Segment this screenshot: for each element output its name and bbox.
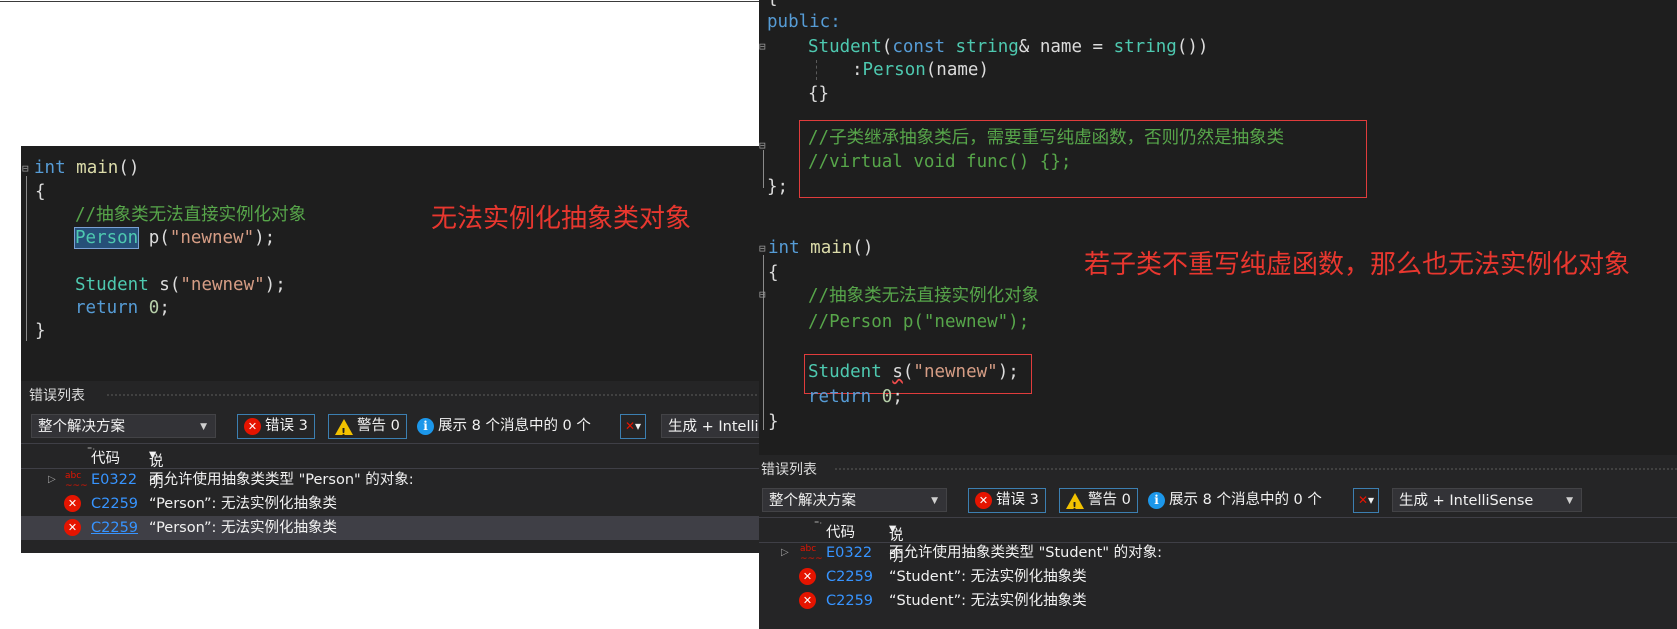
warnings-filter-button[interactable]: ! 警告 0 [1059, 488, 1138, 513]
top-divider-line [0, 1, 760, 2]
error-row-selected[interactable]: ✕ C2259 “Person”: 无法实例化抽象类 [21, 516, 760, 540]
filter-toggle-button[interactable]: ✕▾ [1353, 488, 1379, 513]
error-list-panel: 错误列表 整个解决方案 ▼ ✕ 错误 3 ! 警告 0 i 展示 8 个消息中的 0 个… [21, 381, 760, 553]
highlight-box [799, 120, 1367, 198]
error-code[interactable]: E0322 [826, 541, 872, 565]
error-code-link[interactable]: C2259 [91, 516, 138, 540]
constructor-body: {} [808, 84, 830, 104]
error-code[interactable]: C2259 [91, 492, 138, 516]
open-brace: { [768, 263, 779, 283]
error-list-toolbar: 整个解决方案 ▼ ✕ 错误 3 ! 警告 0 i 展示 8 个消息中的 0 个 ✕▾ 生… [21, 411, 760, 441]
warning-triangle-icon: ! [1066, 492, 1084, 513]
student-line: Student s("newnew"); [75, 275, 286, 295]
error-list-panel: 错误列表 整个解决方案 ▼ ✕ 错误 3 ! 警告 0 i 展示 8 个消息中的 0 个… [759, 455, 1677, 629]
error-row[interactable]: ▷ abc ~~~ E0322 不允许使用抽象类类型 "Student" 的对象: [759, 541, 1677, 565]
constructor-line: Student(const string& name = string()) [808, 37, 1209, 57]
column-description[interactable]: 说明 ▾ [149, 447, 164, 491]
error-row[interactable]: ✕ C2259 “Student”: 无法实例化抽象类 [759, 565, 1677, 589]
error-circle-icon: ✕ [64, 495, 81, 512]
error-circle-icon: ✕ [799, 592, 816, 609]
close-brace: } [768, 412, 779, 432]
error-row[interactable]: ▷ abc ~~~ E0322 不允许使用抽象类类型 "Person" 的对象: [21, 468, 760, 492]
error-description: “Person”: 无法实例化抽象类 [149, 496, 338, 512]
code-comment: //Person p("newnew"); [808, 312, 1030, 332]
errors-filter-button[interactable]: ✕ 错误 3 [968, 488, 1046, 513]
public-keyword: public: [767, 12, 841, 32]
filter-toggle-button[interactable]: ✕▾ [620, 414, 646, 439]
error-description: “Student”: 无法实例化抽象类 [889, 593, 1087, 609]
error-circle-icon: ✕ [244, 418, 261, 435]
abc-spell-icon: abc ~~~ [65, 471, 88, 491]
error-description: “Student”: 无法实例化抽象类 [889, 569, 1087, 585]
column-code[interactable]: 代码 [91, 447, 120, 468]
error-code[interactable]: E0322 [91, 468, 137, 492]
close-brace: } [35, 321, 46, 341]
error-circle-icon: ✕ [799, 568, 816, 585]
annotation-text: 无法实例化抽象类对象 [431, 204, 692, 234]
chevron-down-icon: ▼ [200, 422, 207, 432]
sort-icon[interactable]: ⁼ᐧ [814, 519, 822, 530]
person-line: Person p("newnew"); [73, 227, 276, 249]
collapse-icon[interactable]: ⊟ [759, 40, 766, 53]
abc-spell-icon: abc ~~~ [800, 544, 823, 564]
build-dropdown[interactable]: 生成 + IntelliSense [661, 414, 760, 438]
error-row[interactable]: ✕ C2259 “Person”: 无法实例化抽象类 [21, 492, 760, 516]
scope-dropdown[interactable]: 整个解决方案 ▼ [31, 414, 216, 438]
annotation-text: 若子类不重写纯虚函数，那么也无法实例化对象 [1084, 250, 1631, 280]
build-dropdown[interactable]: 生成 + IntelliSense ▼ [1392, 488, 1582, 512]
collapse-icon[interactable]: ⊟ [759, 242, 766, 255]
error-code[interactable]: C2259 [826, 589, 873, 613]
warning-triangle-icon: ! [335, 418, 353, 439]
filter-icon: ✕ [624, 419, 636, 433]
return-line: return 0; [808, 387, 903, 407]
error-description: “Person”: 无法实例化抽象类 [149, 520, 338, 536]
info-circle-icon: i [1148, 492, 1165, 509]
collapse-icon[interactable]: ⊟ [22, 162, 29, 175]
warnings-filter-button[interactable]: ! 警告 0 [328, 414, 407, 439]
error-row[interactable]: ✕ C2259 “Student”: 无法实例化抽象类 [759, 589, 1677, 613]
error-list-header: ⁼ᐧ 代码 说明 ▾ [21, 443, 760, 491]
chevron-down-icon: ▼ [931, 496, 938, 506]
main-signature-line: int main() [768, 238, 874, 258]
left-editor-panel: ⊟ int main() { //抽象类无法直接实例化对象 Person p("… [21, 146, 760, 553]
messages-filter-button[interactable]: i 展示 8 个消息中的 0 个 [410, 414, 598, 439]
error-code[interactable]: C2259 [826, 565, 873, 589]
expand-triangle-icon[interactable]: ▷ [48, 468, 56, 492]
code-comment: //抽象类无法直接实例化对象 [808, 286, 1040, 306]
error-circle-icon: ✕ [975, 492, 992, 509]
error-list-toolbar: 整个解决方案 ▼ ✕ 错误 3 ! 警告 0 i 展示 8 个消息中的 0 个 ✕▾ 生… [759, 485, 1677, 515]
right-editor-panel: { public: ⊟ Student(const string& name =… [759, 0, 1677, 629]
error-list-title: 错误列表 [29, 388, 85, 404]
open-brace: { [35, 182, 46, 202]
code-comment: //抽象类无法直接实例化对象 [75, 205, 307, 225]
messages-filter-button[interactable]: i 展示 8 个消息中的 0 个 [1141, 488, 1329, 513]
filter-icon: ✕ [1357, 493, 1369, 507]
error-description: 不允许使用抽象类类型 "Person" 的对象: [149, 472, 414, 488]
error-list-header: ⁼ᐧ 代码 说明 ▾ [759, 517, 1677, 565]
info-circle-icon: i [417, 418, 434, 435]
return-line: return 0; [75, 298, 170, 318]
class-end: }; [767, 177, 789, 197]
person-type-highlight: Person [73, 227, 140, 249]
indent-guide [816, 60, 817, 80]
fold-bracket [763, 255, 764, 430]
chevron-down-icon: ▼ [1566, 496, 1573, 506]
error-list-title: 错误列表 [761, 462, 817, 478]
column-code[interactable]: 代码 [826, 521, 855, 542]
collapse-icon[interactable]: ⊟ [759, 288, 766, 301]
main-signature-line: int main() [34, 158, 140, 178]
fold-bracket [26, 176, 27, 341]
error-circle-icon: ✕ [64, 519, 81, 536]
scope-dropdown[interactable]: 整个解决方案 ▼ [762, 488, 947, 512]
title-grip [834, 467, 1677, 471]
initializer-line: :Person(name) [852, 60, 989, 80]
expand-triangle-icon[interactable]: ▷ [781, 541, 789, 565]
title-grip [106, 393, 760, 397]
fold-bracket [763, 150, 764, 188]
column-description[interactable]: 说明 ▾ [889, 521, 904, 565]
error-description: 不允许使用抽象类类型 "Student" 的对象: [889, 545, 1163, 561]
errors-filter-button[interactable]: ✕ 错误 3 [237, 414, 315, 439]
